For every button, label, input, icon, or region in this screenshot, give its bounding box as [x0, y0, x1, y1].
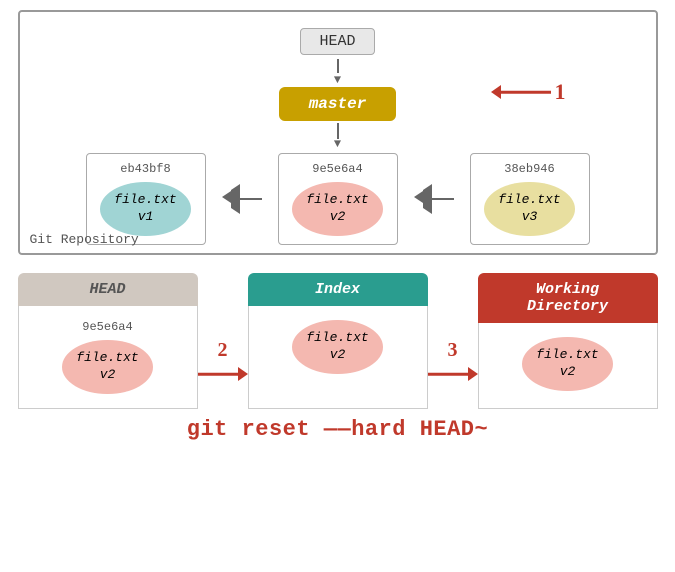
section-arrow-2: 2 — [198, 273, 248, 409]
section-arrow-3: 3 — [428, 273, 478, 409]
section-workdir-body: file.txt v2 — [478, 323, 658, 409]
arrow-left-tip-1 — [414, 190, 432, 208]
head-box: HEAD — [300, 28, 374, 55]
bottom-boxes-row: HEAD 9e5e6a4 file.txt v2 2 Index file.tx… — [18, 273, 658, 409]
arrow-3-label: 3 — [448, 339, 458, 362]
arrow-2-label: 2 — [218, 339, 228, 362]
section-head-header: HEAD — [18, 273, 198, 306]
commit-id-1: 9e5e6a4 — [312, 162, 362, 176]
commit-id-0: eb43bf8 — [120, 162, 170, 176]
section-index-header: Index — [248, 273, 428, 306]
section-index: Index file.txt v2 — [248, 273, 428, 409]
section-workdir-header: Working Directory — [478, 273, 658, 323]
head-to-master-connector — [30, 59, 646, 79]
section-head-body: 9e5e6a4 file.txt v2 — [18, 306, 198, 409]
master-row: master 1 — [30, 87, 646, 121]
file-blob-1: file.txt v2 — [292, 182, 382, 236]
section-index-body: file.txt v2 — [248, 306, 428, 409]
file-blob-0: file.txt v1 — [100, 182, 190, 236]
arrow-line-1 — [432, 198, 454, 200]
arrow-left-tip-0 — [222, 190, 240, 208]
master-to-commit-arrow: ▼ — [30, 137, 646, 151]
commit-38eb946: 38eb946 file.txt v3 — [470, 153, 590, 245]
bottom-commit-id-0: 9e5e6a4 — [82, 320, 132, 334]
file-blob-2: file.txt v3 — [484, 182, 574, 236]
commit-arrow-0 — [222, 190, 262, 208]
arrow-line-0 — [240, 198, 262, 200]
top-diagram: HEAD master 1 ▼ eb43bf8 file.txt v1 — [18, 10, 658, 255]
commit-9e5e6a4: 9e5e6a4 file.txt v2 — [278, 153, 398, 245]
arrow-3-icon — [428, 366, 478, 382]
master-box: master — [279, 87, 397, 121]
annotation-1: 1 — [491, 79, 566, 105]
git-repo-label: Git Repository — [30, 232, 139, 247]
section-head: HEAD 9e5e6a4 file.txt v2 — [18, 273, 198, 409]
arrow-1-icon — [491, 84, 551, 100]
annotation-1-label: 1 — [555, 79, 566, 105]
commit-arrow-1 — [414, 190, 454, 208]
git-command: git reset ——hard HEAD~ — [18, 417, 658, 442]
bottom-blob-1: file.txt v2 — [292, 320, 382, 374]
head-section: HEAD — [30, 28, 646, 55]
bottom-blob-0: file.txt v2 — [62, 340, 152, 394]
commit-id-2: 38eb946 — [504, 162, 554, 176]
bottom-diagram: HEAD 9e5e6a4 file.txt v2 2 Index file.tx… — [18, 273, 658, 442]
section-workdir: Working Directory file.txt v2 — [478, 273, 658, 409]
arrow-2-icon — [198, 366, 248, 382]
bottom-blob-2: file.txt v2 — [522, 337, 612, 391]
